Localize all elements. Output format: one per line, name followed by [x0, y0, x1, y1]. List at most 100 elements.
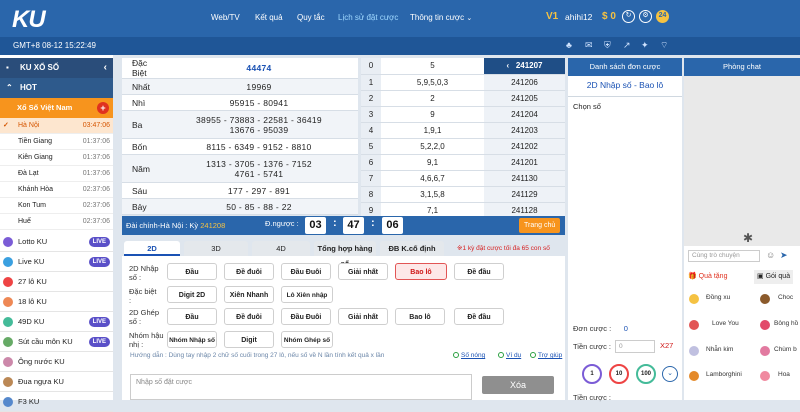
bet-dau-button[interactable]: Đầu: [167, 263, 217, 280]
tab-db-k-co-dinh[interactable]: ĐB K.cố định: [380, 241, 444, 256]
tab-tong-hop-hang-so[interactable]: Tổng hợp hàng số: [314, 241, 376, 268]
flower-gift-icon[interactable]: [760, 371, 770, 381]
send-icon[interactable]: ➤: [780, 250, 788, 261]
chip-100[interactable]: 100: [636, 364, 656, 384]
period[interactable]: 241206: [484, 74, 565, 91]
tab-3d[interactable]: 3D: [184, 241, 248, 256]
game-dua-ngua-ku[interactable]: Đua ngựa KU: [0, 372, 113, 392]
city-tien-giang[interactable]: Tiền Giang 01:37:06: [0, 134, 113, 150]
game-live-ku[interactable]: Live KU LIVE: [0, 252, 113, 272]
chip-1[interactable]: 1: [582, 364, 602, 384]
hot-section[interactable]: ⌃ HOT: [0, 78, 113, 98]
so-nong-link[interactable]: Số nóng: [453, 352, 485, 359]
username[interactable]: ahihi12: [565, 12, 592, 22]
nav-ket-qua[interactable]: Kết quả: [255, 13, 283, 22]
game-ong-nuoc-ku[interactable]: Ông nước KU: [0, 352, 113, 372]
tab-goi-qua[interactable]: ▣ Gói quà: [754, 270, 794, 284]
period[interactable]: 241205: [484, 90, 565, 107]
tab-qua-tang[interactable]: 🎁 Quà tặng: [688, 270, 727, 284]
balloon-gift-icon[interactable]: [760, 346, 770, 356]
bet-dau-duoi-button[interactable]: Đầu Đuôi: [281, 263, 331, 280]
nav-webtv[interactable]: Web/TV: [211, 13, 240, 22]
prev-arrow-icon[interactable]: ‹: [506, 61, 509, 70]
emoji-icon[interactable]: ☺: [766, 250, 775, 260]
game-27-lo-ku[interactable]: 27 lô KU: [0, 272, 113, 292]
tab-4d[interactable]: 4D: [252, 241, 310, 256]
ring-gift-icon[interactable]: [689, 346, 699, 356]
bet-digit-2d-button[interactable]: Digit 2D: [167, 286, 217, 303]
shield-icon[interactable]: ⛨: [604, 40, 611, 51]
period[interactable]: 241204: [484, 106, 565, 123]
game-49d-ku[interactable]: 49D KU LIVE: [0, 312, 113, 332]
bet-de-dau-button[interactable]: Đề đầu: [454, 263, 504, 280]
ghep-de-dau-button[interactable]: Đề đầu: [454, 308, 504, 325]
delete-button[interactable]: Xóa: [482, 376, 554, 394]
home-button[interactable]: Trang chủ: [519, 218, 561, 233]
chip-10[interactable]: 10: [609, 364, 629, 384]
ghep-bao-lo-button[interactable]: Bao lô: [395, 308, 445, 325]
period[interactable]: 241201: [484, 154, 565, 171]
group-xo-so-viet-nam[interactable]: Xổ Số Việt Nam +: [0, 98, 113, 118]
car-gift-icon[interactable]: [689, 371, 699, 381]
rose-gift-icon[interactable]: [760, 320, 770, 330]
tab-2d[interactable]: 2D: [124, 241, 180, 256]
ghep-dau-button[interactable]: Đầu: [167, 308, 217, 325]
game-sut-cau-mon-ku[interactable]: Sút cầu môn KU LIVE: [0, 332, 113, 352]
bet-number-input[interactable]: Nhập số đặt cược: [130, 374, 472, 400]
collapse-icon[interactable]: ‹: [104, 58, 107, 78]
period[interactable]: 241202: [484, 138, 565, 155]
mail-icon[interactable]: ✉: [585, 40, 593, 51]
city-ha-noi[interactable]: ✓ Hà Nội 03:47:06: [0, 118, 113, 134]
choco-gift-icon[interactable]: [760, 294, 770, 304]
period[interactable]: 241130: [484, 170, 565, 187]
gift-lamborghini[interactable]: Lamborghini: [706, 371, 742, 378]
chat-input[interactable]: Cùng trò chuyện: [688, 250, 760, 262]
bet-xien-nhanh-button[interactable]: Xiên Nhanh: [224, 286, 274, 303]
coin-gift-icon[interactable]: [689, 294, 699, 304]
ghep-dau-duoi-button[interactable]: Đầu Đuôi: [281, 308, 331, 325]
refresh-icon[interactable]: ↻: [622, 10, 635, 23]
group-icon[interactable]: ♣: [566, 40, 572, 50]
game-lotto-ku[interactable]: Lotto KU LIVE: [0, 232, 113, 252]
nhom-nhap-so-button[interactable]: Nhóm Nhập số: [167, 331, 217, 348]
share-icon[interactable]: ↗: [623, 40, 631, 51]
ghep-de-duoi-button[interactable]: Đề đuôi: [224, 308, 274, 325]
game-f3-ku[interactable]: F3 KU: [0, 392, 113, 412]
badge-24-icon[interactable]: 24: [656, 10, 669, 23]
gift-chum-bong[interactable]: Chùm b: [774, 346, 797, 353]
gift-dong-xu[interactable]: Đồng xu: [706, 294, 730, 301]
nhom-digit-button[interactable]: Digit: [224, 331, 274, 348]
ghep-giai-nhat-button[interactable]: Giải nhất: [338, 308, 388, 325]
gift-nhan-kim[interactable]: Nhẫn kim: [706, 346, 733, 353]
city-kon-tum[interactable]: Kon Tum 02:37:06: [0, 198, 113, 214]
bet-lo-xien-nhap-so-button[interactable]: Lô Xiên nhập số: [281, 286, 333, 316]
nhom-ghep-so-button[interactable]: Nhóm Ghép số: [281, 331, 333, 348]
period[interactable]: 241129: [484, 186, 565, 203]
gift-choc[interactable]: Choc: [778, 294, 793, 301]
gift-icon[interactable]: ✦: [641, 40, 649, 51]
gift-hoa[interactable]: Hoa: [778, 371, 790, 378]
city-khanh-hoa[interactable]: Khánh Hòa 02:37:06: [0, 182, 113, 198]
stake-input[interactable]: 0: [615, 340, 655, 353]
nav-thong-tin-cuoc[interactable]: Thông tin cược ⌄: [410, 13, 472, 22]
nav-lich-su-dat-cuoc[interactable]: Lịch sử đặt cược: [338, 13, 398, 22]
settings-icon[interactable]: ⚙: [639, 10, 652, 23]
city-da-lat[interactable]: Đà Lạt 01:37:06: [0, 166, 113, 182]
gift-bong-hong[interactable]: Bông hồ: [774, 320, 798, 327]
game-18-lo-ku[interactable]: 18 lô KU: [0, 292, 113, 312]
gift-love-you[interactable]: Love You: [712, 320, 739, 327]
period-header[interactable]: ‹ 241207: [484, 58, 565, 75]
city-hue[interactable]: Huế 02:37:06: [0, 214, 113, 230]
add-icon[interactable]: +: [97, 102, 109, 114]
wifi-icon[interactable]: ⌔: [660, 40, 668, 51]
logo[interactable]: KU: [12, 6, 46, 34]
bet-de-duoi-button[interactable]: Đề đuôi: [224, 263, 274, 280]
chevron-down-icon[interactable]: ⌄: [662, 366, 678, 382]
nav-quy-tac[interactable]: Quy tắc: [297, 13, 325, 22]
bet-giai-nhat-button[interactable]: Giải nhất: [338, 263, 388, 280]
period[interactable]: 241203: [484, 122, 565, 139]
vi-du-link[interactable]: Ví dụ: [498, 352, 521, 359]
heart-gift-icon[interactable]: [689, 320, 699, 330]
bet-bao-lo-button[interactable]: Bao lô: [395, 263, 447, 280]
city-kien-giang[interactable]: Kiên Giang 01:37:06: [0, 150, 113, 166]
